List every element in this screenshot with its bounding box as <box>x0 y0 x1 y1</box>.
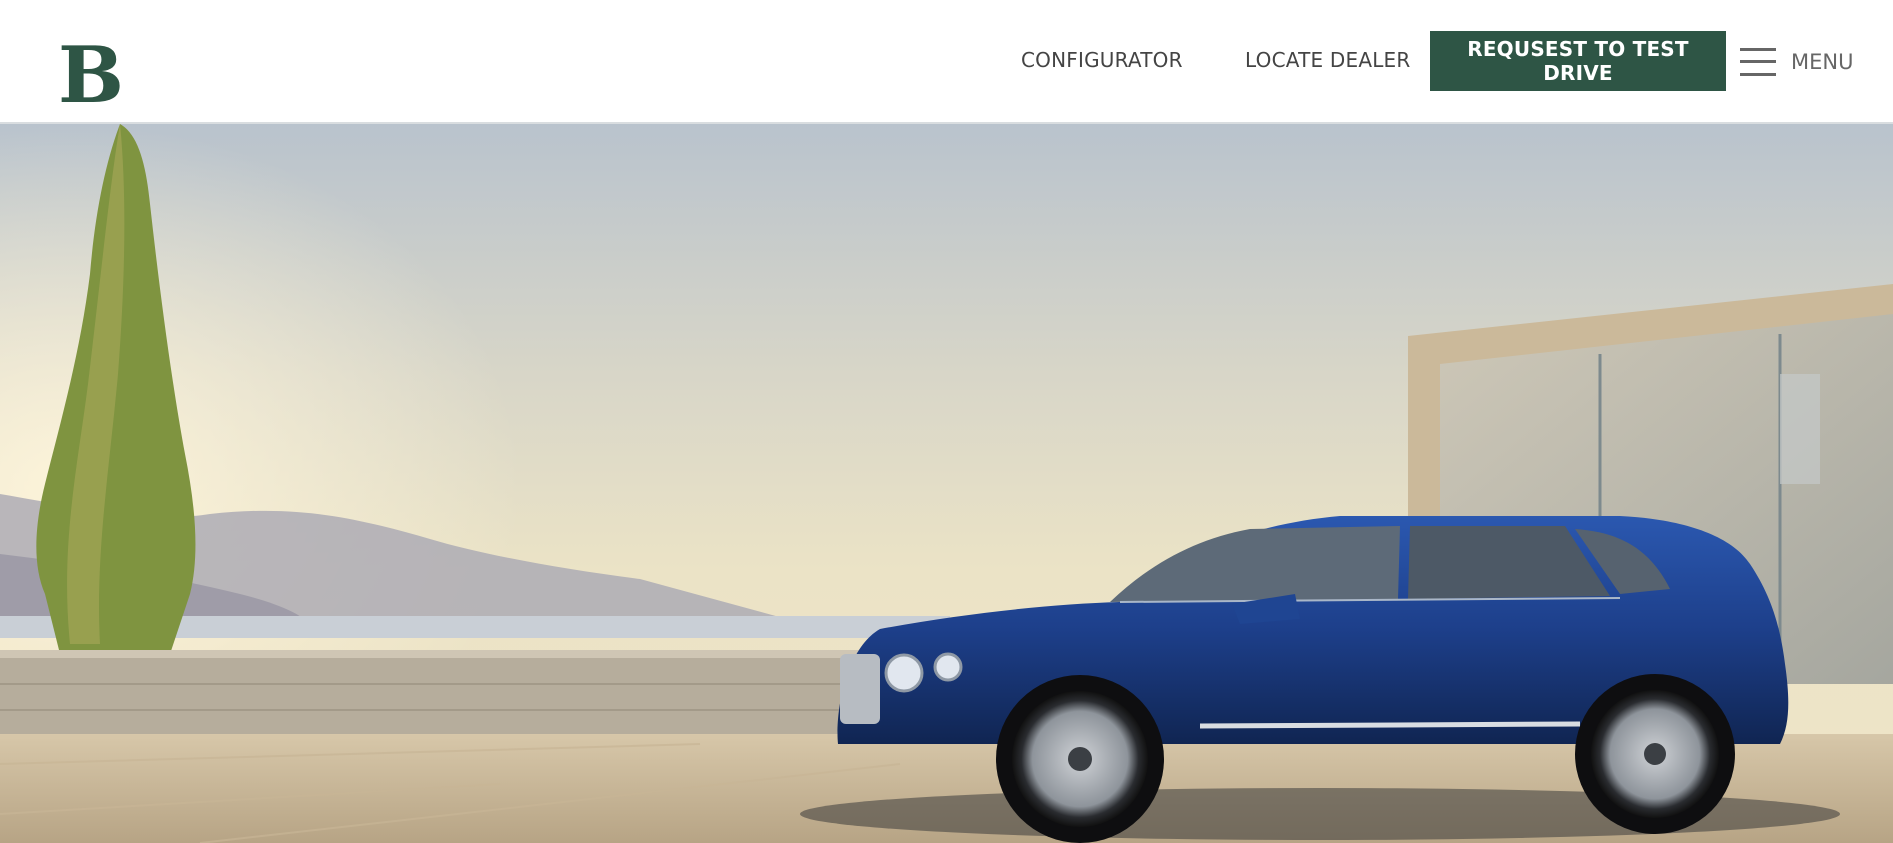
hero-image <box>0 124 1893 843</box>
menu-toggle[interactable]: MENU <box>1740 44 1853 80</box>
car-grille <box>840 654 880 724</box>
request-test-drive-button[interactable]: REQUSEST TO TEST DRIVE <box>1430 31 1726 91</box>
brand-logo[interactable]: B <box>57 30 125 121</box>
logo-letter: B <box>58 40 124 108</box>
site-header: B CONFIGURATOR LOCATE DEALER REQUSEST TO… <box>0 0 1893 124</box>
hamburger-menu-icon <box>1740 48 1776 76</box>
hero-banner <box>0 124 1893 843</box>
b-logo-icon: B <box>58 30 124 121</box>
stone-wall <box>0 650 860 738</box>
nav-locate-dealer-link[interactable]: LOCATE DEALER <box>1245 48 1410 72</box>
chandelier <box>1780 374 1820 484</box>
car-headlight <box>884 653 924 693</box>
menu-label: MENU <box>1791 50 1854 74</box>
nav-configurator-link[interactable]: CONFIGURATOR <box>1021 48 1183 72</box>
